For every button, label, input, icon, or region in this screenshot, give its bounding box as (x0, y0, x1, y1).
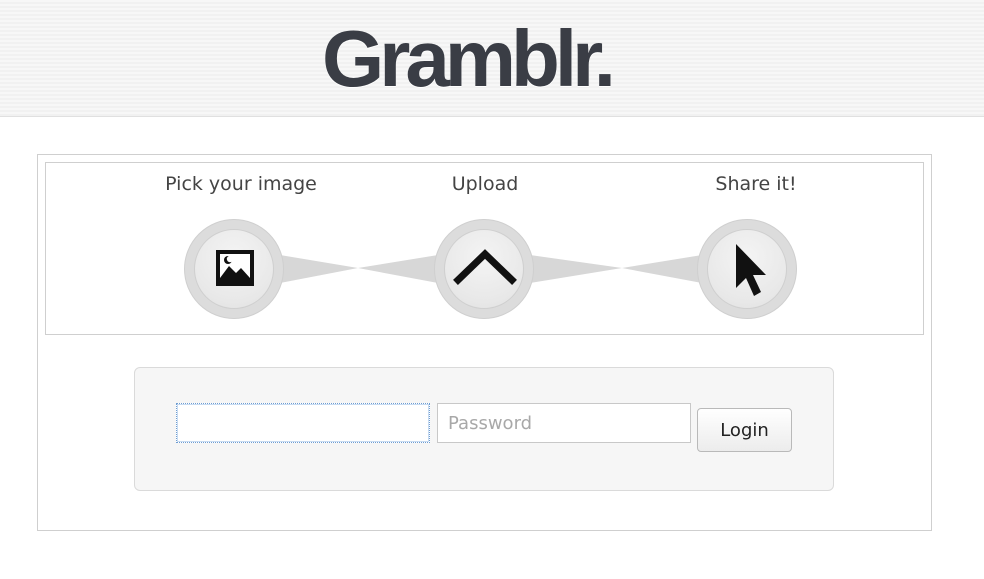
password-input[interactable] (437, 403, 691, 443)
header-bar: Gramblr. (0, 0, 984, 117)
step-label-upload: Upload (451, 173, 519, 195)
username-input[interactable] (176, 403, 430, 443)
step-circle-share (697, 219, 797, 319)
cursor-arrow-icon (736, 244, 766, 296)
step-label-share: Share it! (715, 173, 797, 195)
step-circle-upload (434, 219, 534, 319)
image-icon (216, 250, 254, 286)
chevron-up-icon (453, 249, 517, 285)
login-button[interactable]: Login (697, 408, 792, 452)
step-circle-pick-image (184, 219, 284, 319)
app-logo: Gramblr. (322, 14, 616, 103)
step-label-pick-image: Pick your image (165, 173, 317, 195)
